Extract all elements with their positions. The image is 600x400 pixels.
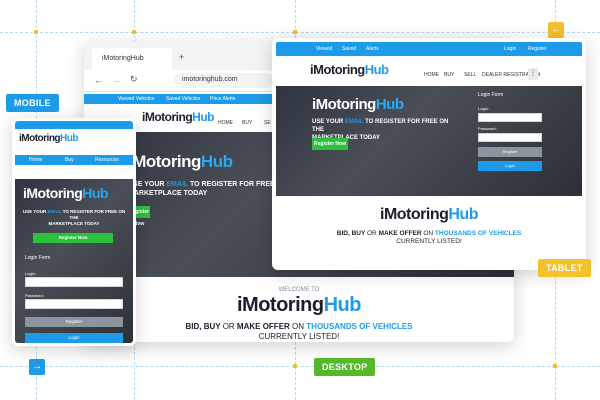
mobile-password-label: Password:: [25, 293, 44, 298]
nav-sell[interactable]: SE: [264, 120, 271, 126]
tablet-login-link[interactable]: Login: [504, 46, 516, 52]
mobile-login-button[interactable]: Login: [25, 333, 123, 343]
mobile-register-button[interactable]: Register: [25, 317, 123, 327]
mobile-login-label: Login:: [25, 271, 36, 276]
welcome-title: WELCOME TO: [278, 287, 320, 293]
tablet-logo: iMotoringHub: [310, 62, 389, 77]
tablet-welcome-logo: iMotoringHub: [380, 206, 478, 223]
menu-icon[interactable]: ⋮: [528, 68, 538, 80]
tablet-nav-buy[interactable]: BUY: [444, 72, 454, 78]
tablet-password-input[interactable]: [478, 133, 542, 142]
mobile-hero-logo: iMotoringHub: [23, 185, 108, 201]
tablet-login-input[interactable]: [478, 113, 542, 122]
mobile-nav-resources[interactable]: Resources: [95, 157, 119, 163]
guide-dot: [293, 364, 297, 368]
tablet-top-link[interactable]: Saved: [342, 46, 356, 52]
tablet-nav-home[interactable]: HOME: [424, 72, 439, 78]
browser-tab[interactable]: iMotoringHub: [92, 48, 172, 70]
guide-dot: [293, 30, 297, 34]
desktop-tag: DESKTOP: [314, 358, 376, 376]
address-bar[interactable]: imotoringhub.com: [174, 73, 274, 88]
mobile-nav-buy[interactable]: Buy: [65, 157, 74, 163]
mobile-password-input[interactable]: [25, 299, 123, 309]
hero-text: USE YOUR EMAIL TO REGISTER FOR FREE MARK…: [128, 181, 275, 197]
hero-logo: iMotoringHub: [128, 152, 233, 171]
tablet-login-label: Login:: [478, 106, 489, 111]
tablet-top-link[interactable]: Viewed: [316, 46, 332, 52]
tablet-hero-logo: iMotoringHub: [312, 96, 404, 113]
tablet-login-button[interactable]: Login: [478, 161, 542, 171]
tablet-register-now-button[interactable]: Register Now: [312, 138, 348, 150]
tablet-register-link[interactable]: Register: [528, 46, 547, 52]
new-tab-icon[interactable]: +: [179, 52, 184, 62]
mobile-tag: MOBILE: [6, 94, 59, 112]
welcome-tagline: BID, BUY OR MAKE OFFER ON THOUSANDS OF V…: [185, 322, 413, 341]
tablet-tag: TABLET: [538, 259, 591, 277]
tablet-welcome-tagline: BID, BUY OR MAKE OFFER ON THOUSANDS OF V…: [336, 230, 522, 245]
guide-line: [0, 366, 600, 367]
guide-dot: [132, 30, 136, 34]
mobile-logo: iMotoringHub: [19, 133, 78, 144]
arrow-left-icon[interactable]: ←: [548, 22, 564, 38]
nav-buy[interactable]: BUY: [242, 120, 252, 126]
mobile-hero-text: USE YOUR EMAIL TO REGISTER FOR FREE ON T…: [22, 209, 126, 226]
site-logo: iMotoringHub: [142, 110, 214, 124]
mobile-login-title: Login Form: [25, 255, 51, 261]
mobile-device: iMotoringHub Home Buy Resources iMotorin…: [12, 118, 136, 346]
guide-dot: [34, 30, 38, 34]
mobile-nav-home[interactable]: Home: [29, 157, 42, 163]
tablet-nav-sell[interactable]: SELL: [464, 72, 476, 78]
mobile-top-bar: [15, 121, 133, 129]
top-link[interactable]: Viewed Vehicles: [118, 96, 154, 102]
tablet-register-button[interactable]: Register: [478, 147, 542, 157]
address-text: imotoringhub.com: [182, 76, 238, 83]
welcome-logo: iMotoringHub: [237, 294, 361, 316]
tablet-login-form: Login Form Login: Password: Register Log…: [478, 92, 542, 192]
back-icon[interactable]: ←: [94, 75, 103, 85]
guide-dot: [553, 364, 557, 368]
mobile-login-input[interactable]: [25, 277, 123, 287]
browser-tab-title: iMotoringHub: [102, 55, 144, 62]
forward-icon[interactable]: →: [112, 75, 121, 85]
top-link[interactable]: Saved Vehicles: [166, 96, 200, 102]
top-link[interactable]: Price Alerts: [210, 96, 235, 102]
mobile-register-now-button[interactable]: Register Now: [33, 233, 113, 243]
tablet-password-label: Password:: [478, 126, 497, 131]
tablet-device: Viewed Saved Alerts Login Register iMoto…: [272, 38, 586, 270]
reload-icon[interactable]: ↻: [130, 74, 138, 85]
arrow-right-icon[interactable]: →: [29, 359, 45, 375]
guide-line: [0, 32, 600, 33]
tablet-login-title: Login Form: [478, 92, 504, 98]
tablet-top-link[interactable]: Alerts: [366, 46, 379, 52]
nav-home[interactable]: HOME: [218, 120, 233, 126]
